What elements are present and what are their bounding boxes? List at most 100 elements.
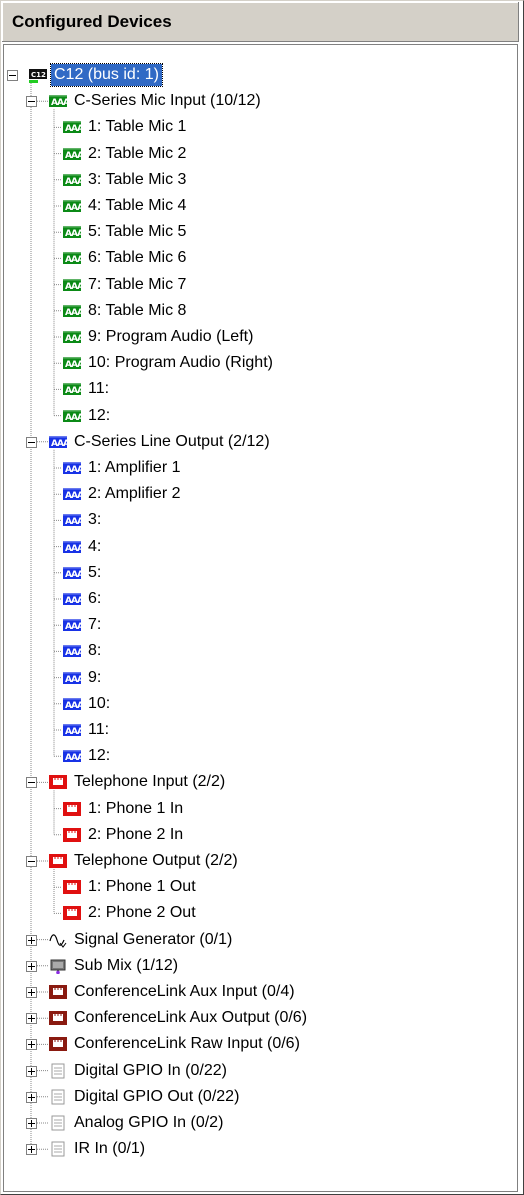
expand-toggle[interactable] [26,934,37,946]
tree-item-analog-gpio-in[interactable]: Analog GPIO In (0/2) [4,1110,517,1136]
tree-item-line-6[interactable]: A A A 6: [4,586,517,612]
sub-mix-icon [48,958,68,974]
tree-item-mic-2[interactable]: A A A 2: Table Mic 2 [4,141,517,167]
tree-item-conflink-raw-input[interactable]: ConferenceLink Raw Input (0/6) [4,1031,517,1057]
tree-item-label: Telephone Input (2/2) [74,773,226,791]
tree-item-line-4[interactable]: A A A 4: [4,534,517,560]
tree-item-label: 12: [88,747,111,765]
tree-item-mic-input[interactable]: A A A C-Series Mic Input (10/12) [4,88,517,114]
tree-item-mic-11[interactable]: A A A 11: [4,376,517,402]
tree-item-label: IR In (0/1) [74,1140,146,1158]
tree-item-phone-out-1[interactable]: 1: Phone 1 Out [4,874,517,900]
tree-item-label: Signal Generator (0/1) [74,930,233,948]
tree-item-label: 1: Phone 1 Out [88,878,196,896]
expand-toggle[interactable] [26,1091,37,1103]
gpio-icon [48,1089,68,1105]
mic-channel-icon: AAA [62,198,82,214]
tree-item-ir-in[interactable]: IR In (0/1) [4,1136,517,1162]
tree-item-mic-7[interactable]: A A A 7: Table Mic 7 [4,272,517,298]
svg-text:A: A [77,753,82,763]
tree-item-conflink-aux-output[interactable]: ConferenceLink Aux Output (0/6) [4,1005,517,1031]
tree-item-label: 3: Table Mic 3 [88,170,187,188]
tree-item-label: 6: [88,590,102,607]
collapse-toggle[interactable] [7,70,18,81]
expand-toggle[interactable] [26,1013,37,1025]
tree-item-line-5[interactable]: A A A 5: [4,560,517,586]
telephone-icon [62,827,82,843]
tree-item-line-11[interactable]: A A A 11: [4,717,517,743]
device-tree[interactable]: C12 C12 (bus id: 1) A A A C-Series Mic Input … [3,44,518,1192]
tree-item-line-12[interactable]: A A A 12: [4,743,517,769]
tree-item-line-1[interactable]: A A A 1: Amplifier 1 [4,455,517,481]
tree-item-label: 9: [88,668,102,686]
svg-text:A: A [77,544,82,554]
tree-item-mic-4[interactable]: A A A 4: Table Mic 4 [4,193,517,219]
gpio-icon [48,1141,68,1157]
tree-item-label: 5: Table Mic 5 [88,223,187,241]
tree-item-mic-12[interactable]: A A A 12: [4,403,517,429]
collapse-toggle[interactable] [26,96,37,108]
tree-item-line-10[interactable]: A A A 10: [4,691,517,717]
tree-item-conflink-aux-input[interactable]: ConferenceLink Aux Input (0/4) [4,979,517,1005]
collapse-toggle[interactable] [26,856,37,867]
mic-channel-icon: AAA [62,329,82,345]
tree-item-label: 9: Program Audio (Left) [88,328,254,345]
panel-header: Configured Devices [2,2,519,42]
collapse-toggle[interactable] [26,777,37,789]
svg-text:A: A [77,308,82,318]
mic-channel-icon: AAA [62,119,82,135]
tree-item-label: Telephone Output (2/2) [74,852,238,869]
mic-channel-icon: AAA [62,355,82,371]
expand-toggle[interactable] [26,960,37,972]
tree-item-line-8[interactable]: A A A 8: [4,638,517,664]
tree-item-label: 3: [88,511,102,529]
tree-item-mic-3[interactable]: A A A 3: Table Mic 3 [4,167,517,193]
collapse-toggle[interactable] [26,436,37,448]
svg-text:A: A [77,517,82,527]
tree-item-digital-gpio-in[interactable]: Digital GPIO In (0/22) [4,1058,517,1084]
line-output-icon: AAA [62,617,82,633]
tree-item-label: 2: Table Mic 2 [88,144,187,162]
svg-text:A: A [77,177,82,187]
expand-toggle[interactable] [26,1118,37,1129]
tree-item-phone-out-2[interactable]: 2: Phone 2 Out [4,900,517,926]
tree-item-line-2[interactable]: A A A 2: Amplifier 2 [4,481,517,507]
tree-item-label: 2: Phone 2 Out [88,904,196,922]
svg-text:A: A [77,465,82,475]
expand-toggle[interactable] [26,987,37,998]
tree-item-mic-6[interactable]: A A A 6: Table Mic 6 [4,245,517,271]
tree-item-label: 6: Table Mic 6 [88,249,187,267]
tree-item-telephone-input[interactable]: Telephone Input (2/2) [4,769,517,795]
tree-item-mic-9[interactable]: A A A 9: Program Audio (Left) [4,324,517,350]
tree-item-line-9[interactable]: A A A 9: [4,665,517,691]
mic-channel-icon: AAA [62,172,82,188]
tree-item-mic-8[interactable]: A A A 8: Table Mic 8 [4,298,517,324]
tree-item-line-output[interactable]: A A A C-Series Line Output (2/12) [4,429,517,455]
tree-item-sub-mix[interactable]: Sub Mix (1/12) [4,953,517,979]
tree-item-digital-gpio-out[interactable]: Digital GPIO Out (0/22) [4,1084,517,1110]
tree-item-signal-generator[interactable]: Signal Generator (0/1) [4,927,517,953]
mic-channel-icon: AAA [62,303,82,319]
tree-item-telephone-output[interactable]: Telephone Output (2/2) [4,848,517,874]
line-output-icon: AAA [62,591,82,607]
tree-item-label: 11: [88,380,110,398]
configured-devices-panel: Configured Devices C12 C12 (bus id: 1) A A A… [0,0,524,1195]
tree-item-c12[interactable]: C12 C12 (bus id: 1) [4,62,517,88]
tree-item-phone-in-1[interactable]: 1: Phone 1 In [4,796,517,822]
mic-channel-icon: AAA [62,381,82,397]
tree-item-label: ConferenceLink Aux Input (0/4) [74,983,295,1000]
tree-item-mic-10[interactable]: A A A 10: Program Audio (Right) [4,350,517,376]
tree-item-phone-in-2[interactable]: 2: Phone 2 In [4,822,517,848]
expand-toggle[interactable] [26,1144,37,1156]
tree-item-line-7[interactable]: A A A 7: [4,612,517,638]
tree-item-mic-1[interactable]: A A A 1: Table Mic 1 [4,114,517,140]
expand-toggle[interactable] [26,1065,37,1077]
tree-item-line-3[interactable]: A A A 3: [4,507,517,533]
signal-generator-icon [48,932,68,948]
tree-item-label: 12: [88,406,111,424]
line-output-icon: AAA [62,486,82,502]
tree-item-mic-5[interactable]: A A A 5: Table Mic 5 [4,219,517,245]
expand-toggle[interactable] [26,1039,37,1051]
mic-channel-icon: AAA [62,224,82,240]
tree-item-label: C12 (bus id: 1) [50,63,163,87]
